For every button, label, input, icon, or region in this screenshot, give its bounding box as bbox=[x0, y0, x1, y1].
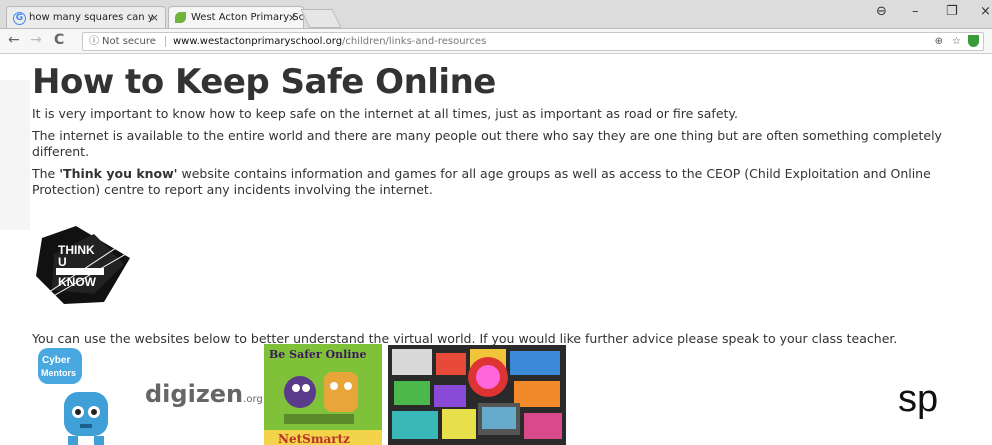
paragraph: The internet is available to the entire … bbox=[32, 128, 942, 159]
digizen-suffix: .org bbox=[243, 394, 263, 405]
logo-text-know: KNOW bbox=[58, 275, 97, 289]
logo-text-mentors: Mentors bbox=[41, 368, 76, 378]
security-label[interactable]: Not secure bbox=[102, 33, 156, 50]
logo-text-u: U bbox=[58, 255, 67, 269]
collage-art bbox=[388, 345, 566, 445]
url-text: www.westactonprimaryschool.org/children/… bbox=[173, 33, 486, 50]
address-bar: ← → C ⓘ Not secure www.westactonprimarys… bbox=[0, 29, 992, 54]
think-u-know-logo[interactable]: THINK U KNOW bbox=[34, 224, 136, 306]
url-input[interactable]: ⓘ Not secure www.westactonprimaryschool.… bbox=[82, 32, 984, 51]
overlay-text: sp bbox=[898, 378, 939, 420]
shield-extension-icon[interactable] bbox=[968, 35, 979, 47]
maximize-button[interactable]: ❐ bbox=[946, 4, 958, 19]
profile-icon[interactable]: ⊖ bbox=[876, 4, 887, 19]
divider bbox=[165, 36, 166, 47]
tab-bar: G how many squares can y × West Acton Pr… bbox=[0, 0, 992, 29]
digizen-logo[interactable]: digizen.org bbox=[145, 380, 263, 408]
bookmark-star-icon[interactable]: ☆ bbox=[952, 33, 961, 50]
close-tab-icon[interactable]: × bbox=[150, 7, 159, 28]
page-title: How to Keep Safe Online bbox=[32, 62, 496, 102]
url-host: www.westactonprimaryschool.org bbox=[173, 36, 343, 47]
paragraph-prefix: The bbox=[32, 166, 60, 181]
minimize-button[interactable]: – bbox=[912, 4, 919, 19]
leaf-icon bbox=[175, 12, 186, 23]
think-you-know-paragraph: The 'Think you know' website contains in… bbox=[32, 166, 982, 198]
netsmartz-tagline: Be Safer Online bbox=[269, 348, 367, 361]
logo-text-cyber: Cyber bbox=[42, 355, 70, 366]
url-path: /children/links-and-resources bbox=[342, 36, 487, 47]
netsmartz-logo[interactable]: Be Safer Online NetSmartz bbox=[264, 344, 382, 445]
netsmartz-art: Be Safer Online NetSmartz bbox=[264, 344, 382, 445]
reload-button[interactable]: C bbox=[54, 32, 64, 48]
cyber-mentors-logo[interactable]: Cyber Mentors bbox=[34, 346, 130, 445]
new-tab-button[interactable] bbox=[300, 9, 342, 28]
netsmartz-name: NetSmartz bbox=[278, 432, 350, 445]
tab-title: how many squares can y bbox=[29, 12, 154, 23]
paragraph: It is very important to know how to keep… bbox=[32, 106, 739, 121]
close-tab-icon[interactable]: × bbox=[288, 7, 297, 28]
tab-west-acton[interactable]: West Acton Primary Scho × bbox=[168, 6, 304, 28]
ceop-collage-image[interactable] bbox=[388, 345, 566, 445]
digizen-text: digizen bbox=[145, 380, 244, 408]
info-icon[interactable]: ⓘ bbox=[89, 33, 99, 50]
back-button[interactable]: ← bbox=[8, 32, 20, 48]
google-icon: G bbox=[13, 12, 26, 25]
zoom-icon[interactable]: ⊕ bbox=[935, 33, 943, 50]
main-content: How to Keep Safe Online It is very impor… bbox=[32, 60, 982, 198]
background-watermark bbox=[0, 80, 30, 230]
tab-search[interactable]: G how many squares can y × bbox=[6, 6, 166, 28]
close-window-button[interactable]: × bbox=[980, 4, 991, 19]
forward-button[interactable]: → bbox=[30, 32, 42, 48]
think-you-know-link[interactable]: 'Think you know' bbox=[59, 166, 177, 181]
